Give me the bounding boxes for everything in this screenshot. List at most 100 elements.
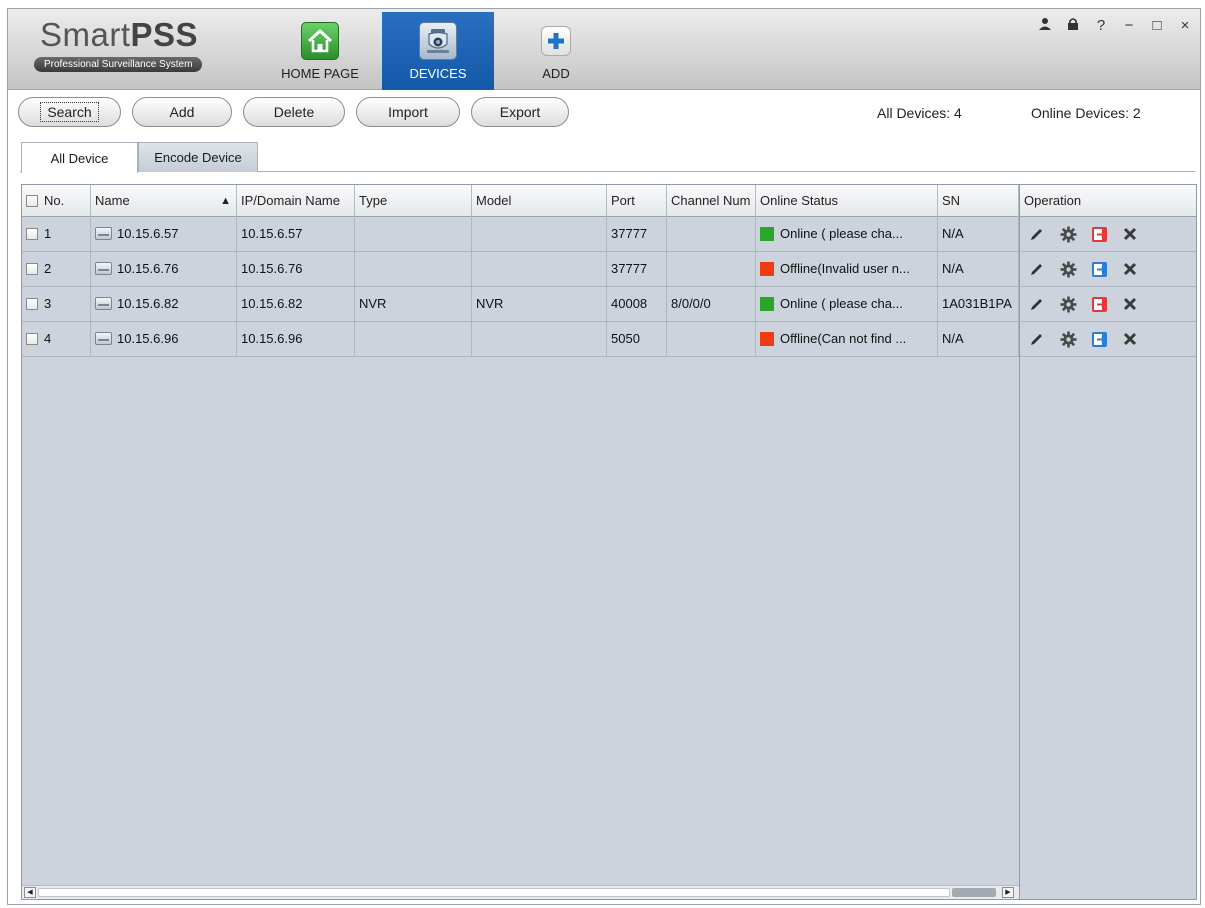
edit-icon[interactable] (1028, 295, 1046, 313)
cell-status-text: Online ( please cha... (780, 296, 903, 311)
cell-ip: 10.15.6.76 (237, 252, 355, 286)
cell-channel (667, 322, 756, 356)
header-channel[interactable]: Channel Num (667, 185, 756, 217)
header-port[interactable]: Port (607, 185, 667, 217)
cell-port: 5050 (607, 322, 667, 356)
logo-tagline: Professional Surveillance System (34, 57, 203, 72)
sort-ascending-icon: ▲ (220, 195, 231, 207)
select-all-checkbox[interactable] (26, 194, 38, 207)
tab-all-device[interactable]: All Device (21, 142, 138, 173)
cell-sn-text: 1A031B1PA (942, 296, 1012, 311)
header-operation: Operation (1019, 185, 1196, 217)
cell-no: 4 (22, 322, 91, 356)
header-sn[interactable]: SN (938, 185, 1019, 217)
delete-x-icon[interactable] (1121, 295, 1139, 313)
cell-model (472, 217, 607, 251)
edit-icon[interactable] (1028, 225, 1046, 243)
operation-column (1019, 217, 1196, 899)
settings-gear-icon[interactable] (1059, 225, 1077, 243)
login-logout-icon[interactable] (1090, 295, 1108, 313)
cell-sn: 1A031B1PA (938, 287, 1019, 321)
device-icon (95, 297, 112, 311)
maximize-button[interactable]: □ (1150, 17, 1164, 36)
cell-port: 37777 (607, 252, 667, 286)
export-button[interactable]: Export (471, 97, 569, 127)
edit-icon[interactable] (1028, 260, 1046, 278)
cell-port-text: 40008 (611, 296, 648, 311)
search-button-label: Search (40, 102, 99, 122)
delete-button[interactable]: Delete (243, 97, 345, 127)
cell-sn: N/A (938, 252, 1019, 286)
help-icon[interactable]: ? (1094, 17, 1108, 36)
lock-icon[interactable] (1066, 17, 1080, 36)
delete-x-icon[interactable] (1121, 225, 1139, 243)
cell-no-text: 3 (44, 296, 52, 311)
edit-icon[interactable] (1028, 330, 1046, 348)
nav-home-page[interactable]: HOME PAGE (264, 12, 376, 90)
row-checkbox[interactable] (26, 227, 38, 240)
login-logout-icon[interactable] (1090, 330, 1108, 348)
header-type[interactable]: Type (355, 185, 472, 217)
cell-no: 1 (22, 217, 91, 251)
operation-row (1020, 322, 1196, 357)
minimize-button[interactable]: − (1122, 17, 1136, 36)
row-checkbox[interactable] (26, 297, 38, 310)
row-checkbox[interactable] (26, 332, 38, 345)
nav-devices-label: DEVICES (409, 66, 467, 81)
table-row[interactable]: 1 10.15.6.57 10.15.6.57 37777 Online ( pleas… (22, 217, 1019, 252)
login-logout-icon[interactable] (1090, 260, 1108, 278)
header-ip[interactable]: IP/Domain Name (237, 185, 355, 217)
scroll-thumb[interactable] (952, 888, 996, 897)
nav-home-label: HOME PAGE (281, 66, 359, 81)
cell-ip-text: 10.15.6.57 (241, 226, 303, 241)
header-name[interactable]: Name ▲ (91, 185, 237, 217)
cell-status-text: Offline(Invalid user n... (780, 261, 910, 276)
cell-no-text: 1 (44, 226, 52, 241)
settings-gear-icon[interactable] (1059, 260, 1077, 278)
cell-status-text: Online ( please cha... (780, 226, 903, 241)
cell-ip: 10.15.6.82 (237, 287, 355, 321)
delete-x-icon[interactable] (1121, 330, 1139, 348)
status-indicator-icon (760, 331, 774, 346)
row-checkbox[interactable] (26, 262, 38, 275)
cell-name: 10.15.6.82 (91, 287, 237, 321)
login-logout-icon[interactable] (1090, 225, 1108, 243)
cell-name-text: 10.15.6.76 (117, 261, 179, 276)
table-row[interactable]: 3 10.15.6.82 10.15.6.82 NVR NVR 40008 8/0/0/0 O… (22, 287, 1019, 322)
close-button[interactable]: × (1178, 17, 1192, 36)
header-bar: SmartPSS Professional Surveillance Syste… (8, 9, 1200, 90)
header-model[interactable]: Model (472, 185, 607, 217)
cell-port-text: 5050 (611, 331, 640, 346)
app-window: SmartPSS Professional Surveillance Syste… (7, 8, 1201, 905)
cell-sn-text: N/A (942, 261, 964, 276)
cell-model (472, 322, 607, 356)
header-no[interactable]: No. (22, 185, 91, 217)
nav-add[interactable]: ADD (500, 12, 612, 90)
cell-status: Offline(Invalid user n... (756, 252, 938, 286)
settings-gear-icon[interactable] (1059, 330, 1077, 348)
nav-devices[interactable]: DEVICES (382, 12, 494, 90)
table-row[interactable]: 2 10.15.6.76 10.15.6.76 37777 Offline(Invali… (22, 252, 1019, 287)
cell-status: Offline(Can not find ... (756, 322, 938, 356)
horizontal-scrollbar[interactable]: ◀ ▶ (22, 885, 1019, 899)
search-button[interactable]: Search (18, 97, 121, 127)
cell-type (355, 217, 472, 251)
header-status[interactable]: Online Status (756, 185, 938, 217)
scroll-track[interactable] (38, 888, 950, 897)
plus-icon (541, 26, 571, 56)
scroll-left-icon[interactable]: ◀ (24, 887, 36, 898)
tab-encode-device[interactable]: Encode Device (138, 142, 258, 172)
cell-model: NVR (472, 287, 607, 321)
user-icon[interactable] (1038, 17, 1052, 36)
import-button[interactable]: Import (356, 97, 460, 127)
settings-gear-icon[interactable] (1059, 295, 1077, 313)
cell-ip-text: 10.15.6.76 (241, 261, 303, 276)
delete-x-icon[interactable] (1121, 260, 1139, 278)
cell-ip-text: 10.15.6.96 (241, 331, 303, 346)
cell-no: 3 (22, 287, 91, 321)
table-row[interactable]: 4 10.15.6.96 10.15.6.96 5050 Offline(Can not… (22, 322, 1019, 357)
scroll-right-icon[interactable]: ▶ (1002, 887, 1014, 898)
device-table: No. Name ▲ IP/Domain Name Type Model Port… (21, 184, 1197, 900)
device-icon (95, 262, 112, 276)
add-button[interactable]: Add (132, 97, 232, 127)
